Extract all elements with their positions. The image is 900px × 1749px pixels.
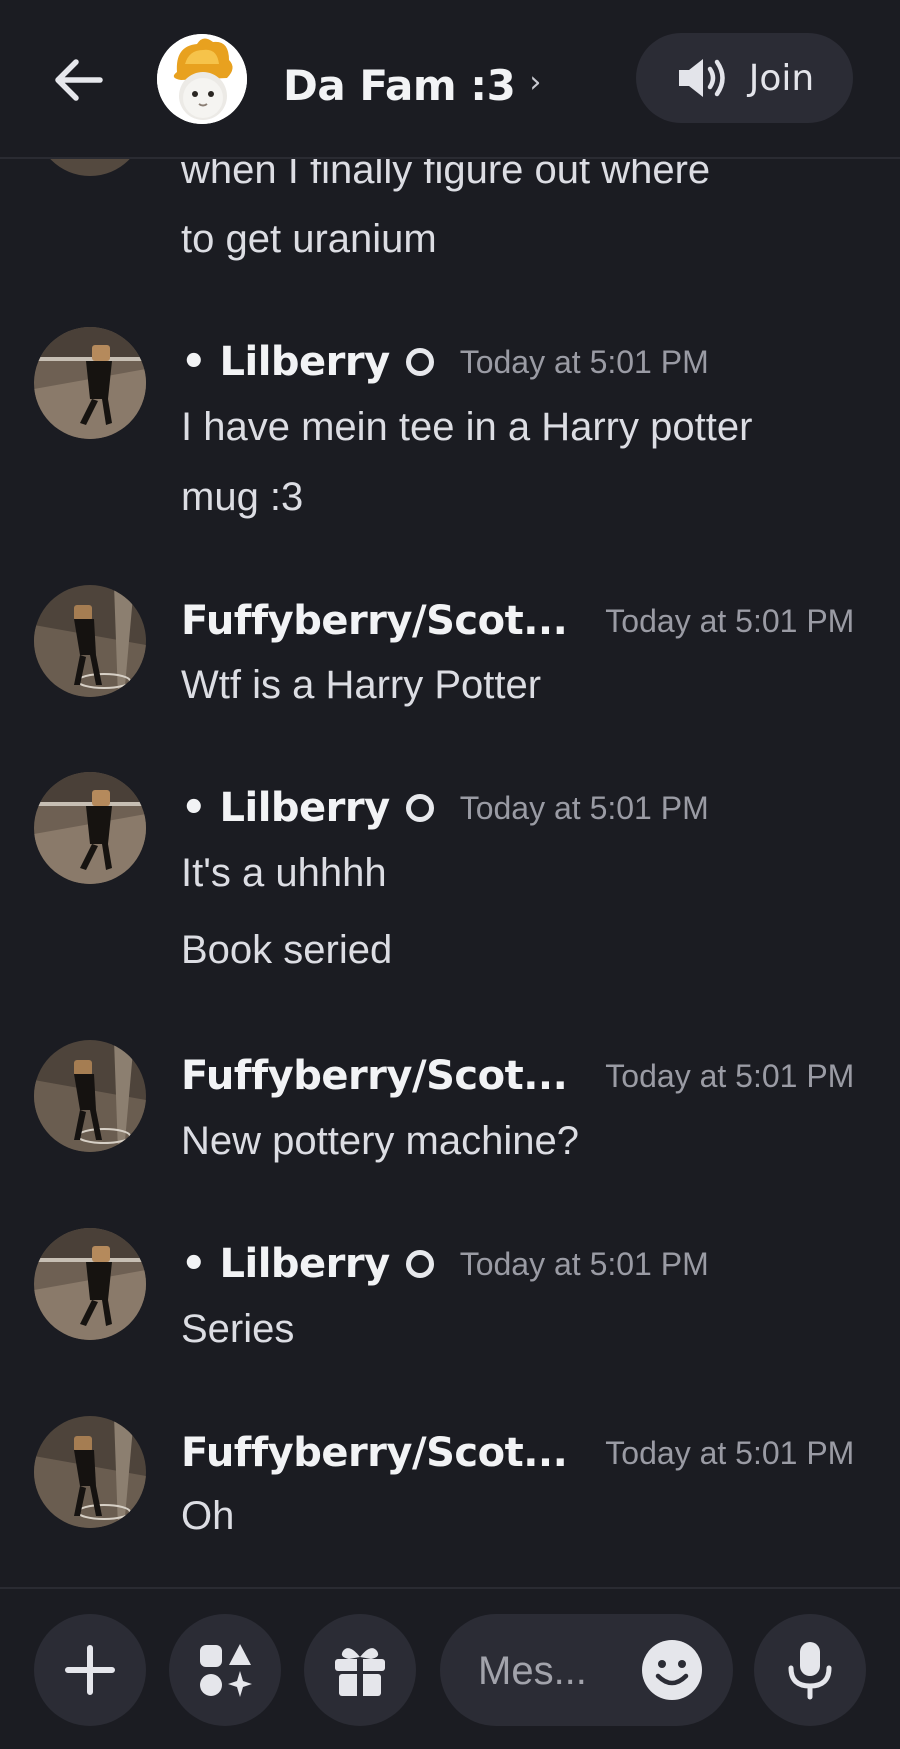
emoji-icon [642,1640,702,1700]
message-header: • Lilberry Today at 5:01 PM [181,782,709,834]
gift-button[interactable] [304,1614,416,1726]
author-name[interactable]: • Lilberry [181,785,390,831]
add-attachment-button[interactable] [34,1614,146,1726]
message-header: Fuffyberry/Scot... Today at 5:01 PM [181,1427,854,1479]
timestamp: Today at 5:01 PM [605,1057,855,1094]
chat-header: Da Fam :3 › Join [0,0,900,159]
status-indicator [405,794,434,822]
apps-button[interactable] [169,1614,281,1726]
message-list[interactable]: when I finally figure out where to get u… [0,0,900,1588]
message-text: mug :3 [181,475,304,519]
gift-icon [335,1648,385,1696]
status-indicator [405,348,434,376]
timestamp: Today at 5:01 PM [459,343,709,380]
join-label: Join [748,57,815,99]
author-name[interactable]: Fuffyberry/Scot... [181,1053,568,1099]
message-header: Fuffyberry/Scot... Today at 5:01 PM [181,595,854,647]
message-input-wrapper[interactable] [440,1614,733,1726]
speaker-icon [678,59,725,97]
author-name[interactable]: Fuffyberry/Scot... [181,1430,568,1476]
join-voice-button[interactable]: Join [636,33,853,123]
composer-bar [0,1587,900,1749]
arrow-left-icon [55,59,103,101]
group-name: Da Fam :3 [283,60,516,110]
chevron-right-icon: › [529,64,542,100]
avatar-lilberry[interactable] [34,1228,146,1340]
group-title[interactable]: Da Fam :3 › [283,50,541,120]
message-text: I have mein tee in a Harry potter [181,405,753,449]
message-text: Book seried [181,928,393,972]
message-header: • Lilberry Today at 5:01 PM [181,336,709,388]
plus-icon [65,1645,115,1695]
message-text: New pottery machine? [181,1119,579,1163]
avatar-lilberry[interactable] [34,772,146,884]
message-header: • Lilberry Today at 5:01 PM [181,1238,709,1290]
message-header: Fuffyberry/Scot... Today at 5:01 PM [181,1050,854,1102]
chat-screen: when I finally figure out where to get u… [0,0,900,1749]
avatar-fuffyberry[interactable] [34,1416,146,1528]
avatar-fuffyberry[interactable] [34,585,146,697]
status-indicator [405,1250,434,1278]
timestamp: Today at 5:01 PM [605,602,855,639]
author-name[interactable]: Fuffyberry/Scot... [181,598,568,644]
timestamp: Today at 5:01 PM [459,789,709,826]
voice-message-button[interactable] [754,1614,866,1726]
back-button[interactable] [48,56,108,104]
message-text: to get uranium [181,217,437,261]
timestamp: Today at 5:01 PM [459,1245,709,1282]
avatar-fuffyberry[interactable] [34,1040,146,1152]
timestamp: Today at 5:01 PM [605,1434,855,1471]
microphone-icon [788,1642,832,1700]
author-name[interactable]: • Lilberry [181,1241,390,1287]
apps-icon [200,1644,252,1697]
group-avatar[interactable] [157,34,247,124]
message-input[interactable] [476,1642,640,1700]
emoji-button[interactable] [640,1638,704,1702]
message-text: It's a uhhhh [181,851,387,895]
message-text: Oh [181,1494,235,1538]
avatar-lilberry[interactable] [34,327,146,439]
message-text: Wtf is a Harry Potter [181,663,542,707]
author-name[interactable]: • Lilberry [181,339,390,385]
message-text: Series [181,1307,295,1351]
